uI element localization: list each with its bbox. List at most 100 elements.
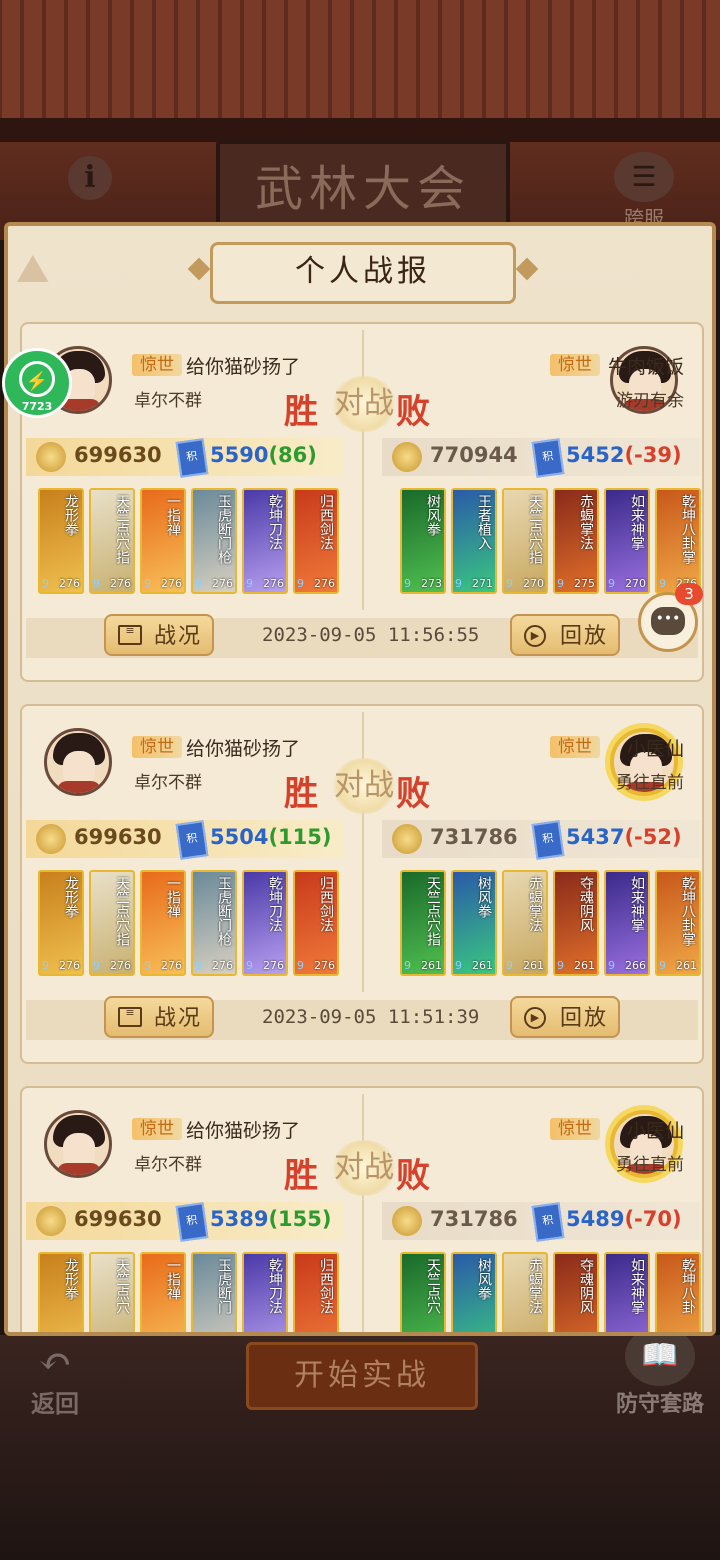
hero-skill-name: 天竺点穴指 — [114, 876, 130, 946]
hero-grade: 9 — [93, 577, 100, 590]
back-button[interactable]: ↶ 返回 — [20, 1340, 90, 1419]
battle-stats-label: 战况 — [154, 624, 203, 649]
rank-flag-icon: 积 — [175, 1202, 209, 1242]
title-tag: 惊世 — [550, 354, 600, 376]
hero-skill-name: 乾坤八卦掌 — [680, 494, 696, 564]
hero-card[interactable]: 乾坤刀法 9 276 — [242, 488, 288, 594]
title-tag: 惊世 — [550, 736, 600, 758]
hero-card[interactable]: 玉虎断门枪 9 276 — [191, 488, 237, 594]
stats-row: 699630 积 5389(155) — [26, 1202, 344, 1242]
hero-card[interactable]: 天竺点穴指 9 270 — [502, 488, 548, 594]
hero-card[interactable]: 如来神掌 9 266 — [604, 870, 650, 976]
hero-lineup: 天竺点穴9树风拳9赤蝎掌法9夺魂阴风9如来神掌9乾坤八卦9 — [400, 1252, 701, 1332]
battle-time: 2023-09-05 11:56:55 — [262, 624, 480, 646]
hero-card[interactable]: 乾坤八卦掌9276 — [655, 488, 701, 594]
player-rank-title: 卓尔不群 — [134, 1155, 202, 1175]
hero-card[interactable]: 王者植入 9 271 — [451, 488, 497, 594]
hero-card[interactable]: 玉虎断门9 — [191, 1252, 237, 1332]
hero-level: 261 — [421, 959, 442, 972]
hero-card[interactable]: 龙形拳 9 276 — [38, 488, 84, 594]
hero-skill-name: 乾坤刀法 — [267, 1258, 283, 1314]
replay-button[interactable]: ▶ 回放 — [510, 614, 620, 656]
vs-dui: 对 — [334, 768, 364, 803]
hero-card[interactable]: 天竺点穴指 9 261 — [400, 870, 446, 976]
player-rank-title: 游刃有余 — [616, 391, 684, 411]
player-name: 牛肉饭饭 — [607, 356, 684, 378]
hero-grade: 9 — [144, 959, 151, 972]
hero-skill-name: 天竺点穴指 — [527, 494, 543, 564]
avatar[interactable] — [44, 1110, 112, 1178]
hero-grade: 9 — [608, 577, 615, 590]
left-player: 惊世给你猫砂扬了卓尔不群699630积5389(155)龙形拳9天竺点穴9一指禅… — [22, 1088, 362, 1332]
hero-card[interactable]: 赤蝎掌法9 — [502, 1252, 548, 1332]
battle-report-card: 惊世 给你猫砂扬了 卓尔不群 699630 积 5504(115) 龙形拳 9 276 天竺点穴指… — [20, 704, 704, 1064]
speed-tool-badge[interactable]: ⚡ 7723 — [2, 348, 72, 418]
rank-delta: (155) — [268, 1207, 332, 1231]
hero-level: 276 — [314, 577, 335, 590]
hero-card[interactable]: 乾坤刀法 9 276 — [242, 870, 288, 976]
win-label: 胜 — [284, 774, 318, 814]
hero-card[interactable]: 乾坤刀法9 — [242, 1252, 288, 1332]
hero-card[interactable]: 天竺点穴9 — [89, 1252, 135, 1332]
combat-power: 699630 — [74, 443, 162, 467]
hero-card[interactable]: 归西剑法 9 276 — [293, 870, 339, 976]
hero-card[interactable]: 天竺点穴指 9 276 — [89, 870, 135, 976]
hero-card[interactable]: 龙形拳9 — [38, 1252, 84, 1332]
hero-grade: 9 — [195, 577, 202, 590]
hero-card[interactable]: 树风拳9 — [451, 1252, 497, 1332]
hero-skill-name: 龙形拳 — [63, 494, 79, 536]
hero-skill-name: 如来神掌 — [629, 494, 645, 550]
hero-skill-name: 乾坤八卦掌 — [680, 876, 696, 946]
hero-card[interactable]: 夺魂阴风 9 261 — [553, 870, 599, 976]
hero-card[interactable]: 赤蝎掌法 9 261 — [502, 870, 548, 976]
result-emblem: 胜对战败 — [284, 1140, 444, 1200]
hero-card[interactable]: 乾坤八卦9 — [655, 1252, 701, 1332]
cross-server-button[interactable]: ☰ 跨服 — [612, 152, 676, 230]
lose-label: 败 — [396, 1156, 430, 1196]
hero-skill-name: 树风拳 — [425, 494, 441, 536]
battle-stats-button[interactable]: ≡ 战况 — [104, 614, 214, 656]
hero-card[interactable]: 龙形拳 9 276 — [38, 870, 84, 976]
hero-card[interactable]: 一指禅9 — [140, 1252, 186, 1332]
info-button[interactable]: i — [68, 156, 112, 200]
rank-flag-icon: 积 — [531, 820, 565, 860]
hero-card[interactable]: 夺魂阴风9 — [553, 1252, 599, 1332]
hero-card[interactable]: 树风拳 9 261 — [451, 870, 497, 976]
back-arrow-icon: ↶ — [38, 1339, 72, 1385]
hero-skill-name: 归西剑法 — [318, 1258, 334, 1314]
stats-row: 770944 积 5452(-39) — [382, 438, 700, 478]
hero-lineup: 树风拳 9 273 王者植入 9 271 天竺点穴指 9 270 赤蝎掌法 9 275 如来神掌 9 270… — [400, 488, 701, 596]
avatar[interactable] — [44, 728, 112, 796]
hero-card[interactable]: 一指禅 9 276 — [140, 488, 186, 594]
hero-grade: 9 — [557, 959, 564, 972]
hero-level: 276 — [314, 959, 335, 972]
hero-level: 276 — [212, 959, 233, 972]
menu-icon: ☰ — [614, 152, 674, 202]
hero-card[interactable]: 一指禅 9 276 — [140, 870, 186, 976]
hero-level: 271 — [472, 577, 493, 590]
hero-card[interactable]: 归西剑法 9 276 — [293, 488, 339, 594]
hero-card[interactable]: 如来神掌 9 270 — [604, 488, 650, 594]
defense-routine-button[interactable]: 📖 防守套路 — [604, 1326, 716, 1418]
battle-stats-label: 战况 — [154, 1006, 203, 1031]
start-battle-button[interactable]: 开始实战 — [246, 1342, 478, 1410]
hero-card[interactable]: 赤蝎掌法 9 275 — [553, 488, 599, 594]
hero-card[interactable]: 玉虎断门枪 9 276 — [191, 870, 237, 976]
battle-stats-button[interactable]: ≡ 战况 — [104, 996, 214, 1038]
chat-bubble-icon: ••• — [651, 607, 685, 635]
chat-button[interactable]: ••• 3 — [638, 583, 703, 652]
rank-delta: (-39) — [624, 443, 682, 467]
hero-card[interactable]: 乾坤八卦掌 9 261 — [655, 870, 701, 976]
hero-card[interactable]: 天竺点穴指 9 276 — [89, 488, 135, 594]
hero-card[interactable]: 树风拳 9 273 — [400, 488, 446, 594]
report-list[interactable]: 惊世 给你猫砂扬了 卓尔不群 699630 积 5590(86) 龙形拳 9 276 天竺点穴指 9… — [8, 320, 712, 1332]
replay-button[interactable]: ▶ 回放 — [510, 996, 620, 1038]
hero-skill-name: 如来神掌 — [629, 876, 645, 932]
hero-card[interactable]: 如来神掌9 — [604, 1252, 650, 1332]
hero-card[interactable]: 归西剑法9 — [293, 1252, 339, 1332]
rank-points: 5489(-70) — [566, 1207, 682, 1231]
hero-card[interactable]: 天竺点穴9 — [400, 1252, 446, 1332]
hero-level: 261 — [676, 959, 697, 972]
hero-level: 261 — [574, 959, 595, 972]
win-label: 胜 — [284, 392, 318, 432]
